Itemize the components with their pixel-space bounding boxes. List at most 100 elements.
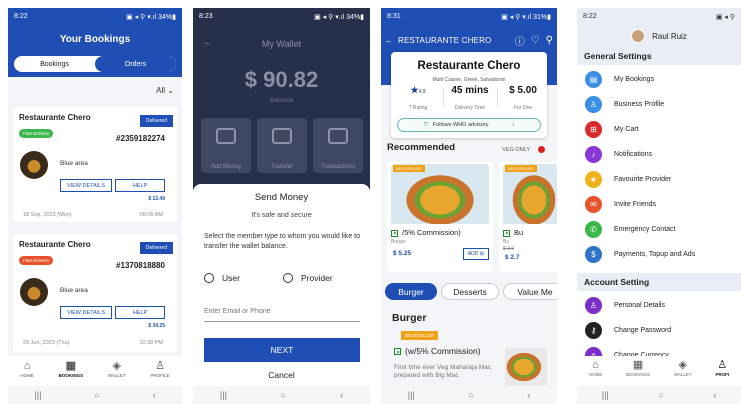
profile-header[interactable]: Raul Ruiz bbox=[577, 25, 741, 47]
menu-item-emergency-contact[interactable]: ✆ Emergency Contact bbox=[577, 217, 741, 242]
restaurant-logo bbox=[20, 151, 48, 179]
category-tab-burger[interactable]: Burger bbox=[385, 283, 437, 300]
back-button[interactable]: ‹ bbox=[527, 390, 530, 400]
bestseller-badge: BESTSELLER bbox=[401, 331, 439, 340]
add-money-tile[interactable]: Add Money bbox=[201, 118, 251, 173]
wallet-icon: ◈ bbox=[678, 359, 687, 371]
profile-icon: ♙ bbox=[717, 359, 728, 371]
key-icon: ⚷ bbox=[585, 322, 602, 339]
status-bar: 8:23 ▣ ◂ ⚲ ▾.ıl 34%▮ bbox=[193, 8, 370, 25]
menu-item-personal-details[interactable]: ♙ Personal Details bbox=[577, 293, 741, 318]
food-card[interactable]: BESTSELLER Bu Bu $ 3.0 $ 2.7 bbox=[499, 162, 557, 272]
divider bbox=[497, 88, 498, 106]
page-title: My Wallet bbox=[261, 39, 302, 49]
menu-item-business-profile[interactable]: ♙ Business Profile bbox=[577, 92, 741, 117]
menu-item-invite-friends[interactable]: ✉ Invite Friends bbox=[577, 192, 741, 217]
food-card[interactable]: BESTSELLER /5% Commission) Burger $ 5.25… bbox=[387, 162, 493, 272]
home-button[interactable]: ○ bbox=[658, 390, 663, 400]
user-name: Raul Ruiz bbox=[652, 31, 687, 41]
menu-item-change-password[interactable]: ⚷ Change Password bbox=[577, 318, 741, 343]
category-tab-desserts[interactable]: Desserts bbox=[441, 283, 499, 300]
category-tab-value-meal[interactable]: Value Me bbox=[503, 283, 557, 300]
status-badge: Delivered bbox=[139, 115, 173, 127]
radio-circle bbox=[204, 273, 214, 283]
tab-orders[interactable]: Orders bbox=[95, 56, 176, 72]
search-icon[interactable]: ⚲ bbox=[546, 35, 553, 46]
nav-bookings[interactable]: ▦ BOOKINGS bbox=[59, 360, 84, 378]
android-nav-bar: ||| ○ ‹ bbox=[8, 386, 182, 404]
add-button[interactable]: ADD ⊞ bbox=[462, 248, 489, 260]
profile-screen: 8:22 ▣ ◂ ⚲ Raul Ruiz General Settings ▤ M… bbox=[577, 8, 741, 404]
item-description: First time ever Veg Maharaja Mac prepare… bbox=[394, 364, 492, 379]
transactions-tile[interactable]: Transactions bbox=[313, 118, 363, 173]
bottom-nav: ⌂ HOME ▦ BOOKINGS ◈ WALLET ♙ PROFI bbox=[577, 356, 741, 386]
home-button[interactable]: ○ bbox=[468, 390, 473, 400]
menu-item-payments[interactable]: $ Payments, Topup and Ads bbox=[577, 242, 741, 267]
android-nav-bar: ||| ○ ‹ bbox=[193, 386, 370, 404]
help-button[interactable]: HELP bbox=[115, 306, 165, 319]
chevron-down-icon: ⌄ bbox=[167, 86, 174, 95]
status-badge: Delivered bbox=[139, 242, 173, 254]
home-button[interactable]: ○ bbox=[94, 390, 99, 400]
back-button[interactable]: ‹ bbox=[713, 390, 716, 400]
radio-provider[interactable]: Provider bbox=[283, 273, 333, 283]
recents-button[interactable]: ||| bbox=[602, 390, 609, 400]
food-image: BESTSELLER bbox=[503, 164, 557, 224]
heart-icon[interactable]: ♡ bbox=[531, 35, 540, 46]
menu-item-favourite-provider[interactable]: ★ Favourite Provider bbox=[577, 167, 741, 192]
tab-bookings[interactable]: Bookings bbox=[14, 56, 95, 72]
radio-circle bbox=[283, 273, 293, 283]
cart-icon: ⊞ bbox=[479, 251, 484, 257]
nav-bookings[interactable]: ▦ BOOKINGS bbox=[626, 359, 650, 386]
restaurant-screen: 8:31 ▣ ◂ ⚲ ▾.ıl 31%▮ ← RESTAURANTE CHERO… bbox=[381, 8, 557, 404]
back-button[interactable]: ‹ bbox=[153, 390, 156, 400]
view-details-button[interactable]: VIEW DETAILS bbox=[60, 179, 112, 192]
menu-item-my-bookings[interactable]: ▤ My Bookings bbox=[577, 67, 741, 92]
nav-home[interactable]: ⌂ HOME bbox=[20, 360, 34, 378]
status-bar: 8:22 ▣ ◂ ⚲ ▾.ıl 34%▮ bbox=[8, 8, 182, 25]
menu-item-my-cart[interactable]: ⊞ My Cart bbox=[577, 117, 741, 142]
transfer-tile[interactable]: Transfer bbox=[257, 118, 307, 173]
recents-button[interactable]: ||| bbox=[220, 390, 227, 400]
order-number: #1370818880 bbox=[116, 261, 165, 270]
back-button[interactable]: ‹ bbox=[340, 390, 343, 400]
status-bar: 8:22 ▣ ◂ ⚲ bbox=[577, 8, 741, 25]
food-price: $ 5.25 bbox=[393, 250, 412, 257]
recents-button[interactable]: ||| bbox=[408, 390, 415, 400]
nav-profile[interactable]: ♙ PROFILE bbox=[150, 360, 169, 378]
cancel-button[interactable]: Cancel bbox=[193, 370, 370, 380]
profile-icon: ♙ bbox=[155, 360, 165, 372]
transfer-icon bbox=[272, 128, 292, 144]
restaurant-name: Restaurante Chero bbox=[417, 60, 521, 72]
back-arrow-icon[interactable]: ← bbox=[385, 36, 393, 45]
item-image[interactable] bbox=[505, 348, 547, 386]
chevron-right-icon: › bbox=[512, 122, 515, 128]
add-money-icon bbox=[216, 128, 236, 144]
food-image: BESTSELLER bbox=[391, 164, 489, 224]
order-price: $ 34.25 bbox=[148, 323, 165, 329]
info-icon[interactable]: ⓘ bbox=[515, 33, 525, 48]
filter-dropdown[interactable]: All ⌄ bbox=[156, 86, 174, 95]
star-icon: ★ bbox=[410, 85, 419, 95]
menu-item-notifications[interactable]: ♪ Notifications bbox=[577, 142, 741, 167]
who-advisory-banner[interactable]: ⛉ Follows WHO advisory › bbox=[397, 118, 541, 132]
radio-user[interactable]: User bbox=[204, 273, 240, 283]
nav-wallet[interactable]: ◈ WALLET bbox=[108, 360, 126, 378]
food-price: $ 2.7 bbox=[505, 254, 520, 261]
veg-only-toggle[interactable]: VEG ONLY bbox=[502, 146, 545, 153]
status-time: 8:22 bbox=[583, 13, 597, 20]
email-phone-input[interactable] bbox=[204, 308, 360, 322]
recents-button[interactable]: ||| bbox=[34, 390, 41, 400]
order-card[interactable]: Restaurante Chero Delivered Fast Deliver… bbox=[13, 107, 177, 222]
home-button[interactable]: ○ bbox=[281, 390, 286, 400]
nav-wallet[interactable]: ◈ WALLET bbox=[674, 359, 692, 386]
nav-home[interactable]: ⌂ HOME bbox=[589, 359, 603, 386]
nav-profile[interactable]: ♙ PROFI bbox=[715, 359, 729, 386]
order-card[interactable]: Restaurante Chero Delivered Fast Deliver… bbox=[13, 234, 177, 352]
help-button[interactable]: HELP bbox=[115, 179, 165, 192]
phone-icon: ✆ bbox=[585, 221, 602, 238]
order-area: Blue area bbox=[60, 287, 88, 294]
next-button[interactable]: NEXT bbox=[204, 338, 360, 362]
wallet-icon: ◈ bbox=[112, 360, 121, 372]
view-details-button[interactable]: VIEW DETAILS bbox=[60, 306, 112, 319]
